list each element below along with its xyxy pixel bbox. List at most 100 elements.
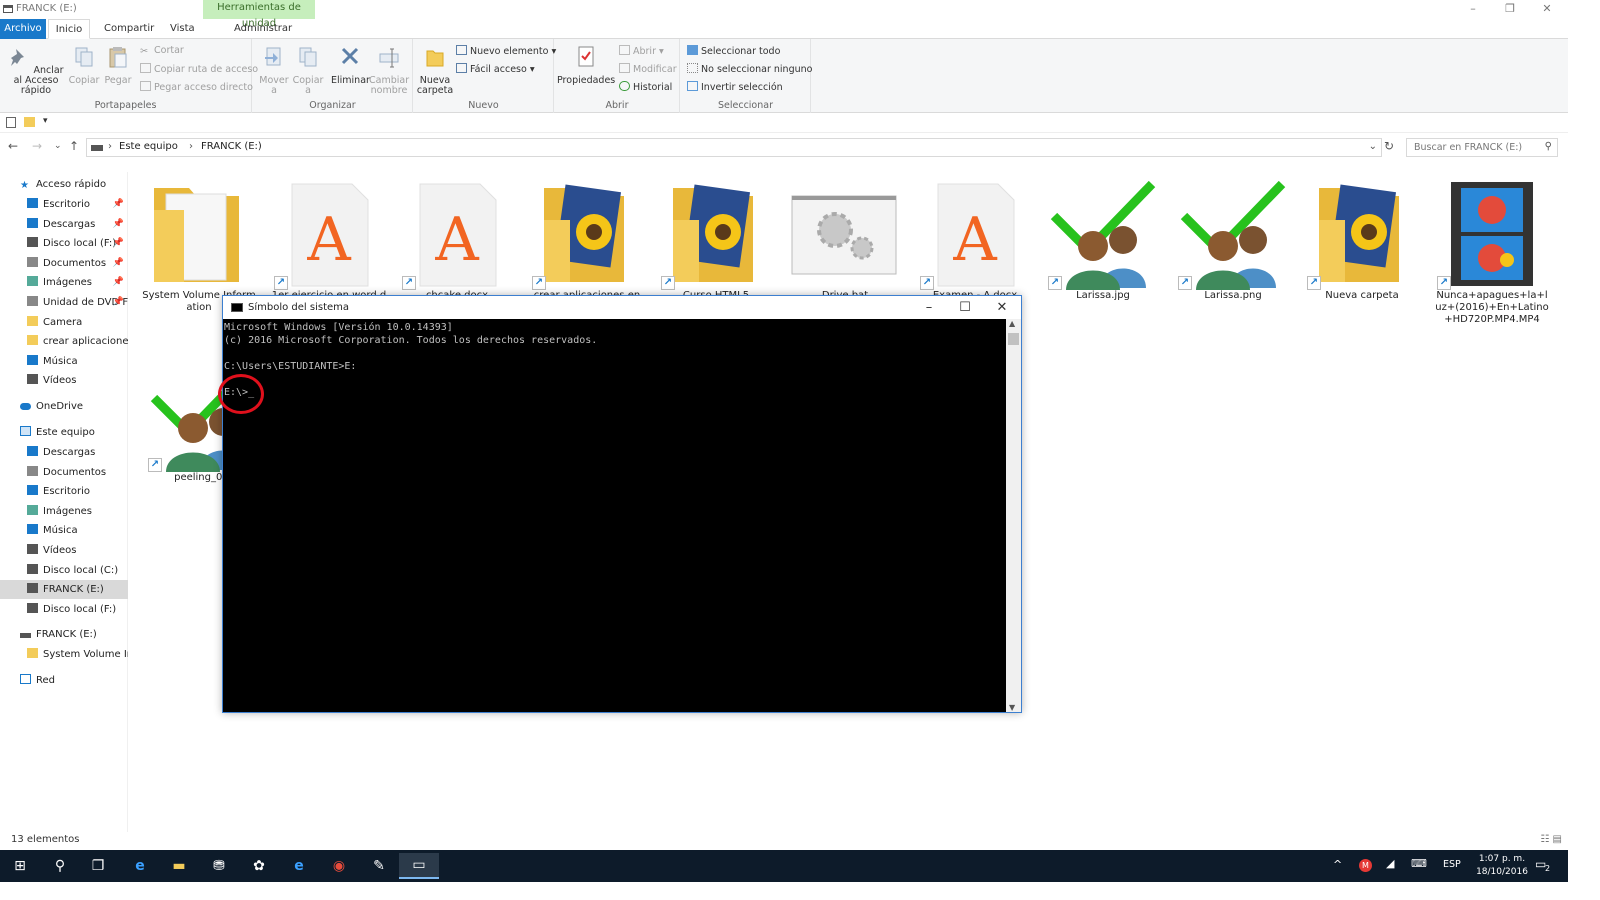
- cmd-window[interactable]: Símbolo del sistema – ☐ ✕ Microsoft Wind…: [222, 295, 1022, 713]
- nav-pc-item[interactable]: FRANCK (E:): [0, 580, 128, 600]
- tab-archivo[interactable]: Archivo: [0, 19, 46, 39]
- antivirus-icon[interactable]: M: [1359, 859, 1372, 872]
- nav-pc-item[interactable]: Documentos: [0, 463, 128, 482]
- close-button[interactable]: ✕: [1529, 0, 1565, 19]
- forward-arrow-icon[interactable]: →: [32, 139, 42, 153]
- pin-icon[interactable]: 📌: [113, 273, 124, 292]
- pin-icon[interactable]: 📌: [113, 195, 124, 214]
- file-item[interactable]: ↗Curso HTML5: [656, 180, 776, 302]
- nav-quick-item[interactable]: Disco local (F:) 📌: [0, 234, 128, 253]
- scroll-thumb[interactable]: [1008, 333, 1019, 345]
- file-item[interactable]: ↗ Larissa.png: [1173, 180, 1293, 302]
- nav-pc-item[interactable]: Disco local (F:): [0, 600, 128, 619]
- cmd-maximize-button[interactable]: ☐: [947, 298, 983, 318]
- modify-button[interactable]: Modificar: [619, 63, 677, 75]
- file-item[interactable]: Drive.bat: [785, 180, 905, 302]
- file-item[interactable]: ↗ Nunca+apagues+la+luz+(2016)+En+Latino+H…: [1432, 180, 1552, 326]
- scroll-up-icon[interactable]: ▲: [1009, 319, 1015, 328]
- search-icon[interactable]: ⚲: [1545, 141, 1552, 152]
- cmd-console[interactable]: Microsoft Windows [Versión 10.0.14393] (c…: [223, 319, 1006, 712]
- tray-expand-icon[interactable]: ^: [1333, 858, 1342, 871]
- copy-button[interactable]: Copiar: [68, 45, 100, 86]
- paint-icon[interactable]: ✎: [359, 854, 399, 878]
- nav-pc-item[interactable]: Escritorio: [0, 482, 128, 501]
- nav-quick-item[interactable]: Música: [0, 352, 128, 371]
- nav-quick-item[interactable]: Unidad de DVD F 📌: [0, 293, 128, 312]
- nav-quick-item[interactable]: Imágenes 📌: [0, 273, 128, 292]
- delete-button[interactable]: Eliminar: [331, 45, 370, 86]
- paste-shortcut-button[interactable]: Pegar acceso directo: [140, 81, 253, 93]
- nav-acceso-rapido[interactable]: ★ Acceso rápido: [0, 175, 128, 194]
- pin-icon[interactable]: 📌: [113, 234, 124, 253]
- store-icon[interactable]: ⛃: [199, 854, 239, 878]
- search-icon[interactable]: ⚲: [40, 854, 80, 878]
- rename-button[interactable]: Cambiar nombre: [369, 45, 409, 96]
- tab-administrar[interactable]: Administrar: [226, 19, 300, 39]
- back-arrow-icon[interactable]: ←: [8, 139, 18, 153]
- copy-path-button[interactable]: Copiar ruta de acceso: [140, 63, 258, 75]
- chrome-icon[interactable]: ◉: [319, 854, 359, 878]
- nav-quick-item[interactable]: Documentos 📌: [0, 254, 128, 273]
- nav-system-volume[interactable]: System Volume Infc: [0, 645, 128, 664]
- nav-quick-item[interactable]: Vídeos: [0, 371, 128, 390]
- view-toggle-icons[interactable]: ☷ ▤: [1540, 834, 1562, 845]
- nav-quick-item[interactable]: Camera: [0, 313, 128, 332]
- move-to-button[interactable]: Mover a: [257, 45, 291, 96]
- file-item[interactable]: ↗ Larissa.jpg: [1043, 180, 1163, 302]
- open-button[interactable]: Abrir ▾: [619, 45, 664, 57]
- file-item[interactable]: A↗chcake.docx: [397, 180, 517, 302]
- keyboard-icon[interactable]: ⌨: [1411, 857, 1427, 870]
- ie-icon[interactable]: e: [279, 854, 319, 878]
- file-item[interactable]: ↗ Nueva carpeta: [1302, 180, 1422, 302]
- address-bar[interactable]: › Este equipo › FRANCK (E:) ⌄: [86, 138, 1382, 157]
- tab-compartir[interactable]: Compartir: [96, 19, 162, 39]
- clock[interactable]: 1:07 p. m. 18/10/2016: [1474, 853, 1530, 879]
- nav-quick-item[interactable]: Escritorio 📌: [0, 195, 128, 214]
- recent-locations-icon[interactable]: ⌄: [54, 141, 62, 151]
- file-item[interactable]: A↗Examen - A.docx: [915, 180, 1035, 302]
- app-icon[interactable]: ✿: [239, 854, 279, 878]
- pin-icon[interactable]: 📌: [113, 254, 124, 273]
- file-item[interactable]: A↗1er ejercicio en word.docx: [269, 180, 389, 314]
- select-none-button[interactable]: No seleccionar ninguno: [687, 63, 812, 75]
- cmd-minimize-button[interactable]: –: [911, 298, 947, 318]
- select-all-button[interactable]: Seleccionar todo: [687, 45, 780, 57]
- nav-pc-item[interactable]: Disco local (C:): [0, 561, 128, 580]
- wifi-icon[interactable]: ◢: [1386, 857, 1394, 870]
- properties-qat-icon[interactable]: [6, 117, 16, 128]
- pin-icon[interactable]: 📌: [113, 215, 124, 234]
- nav-onedrive[interactable]: OneDrive: [0, 397, 128, 416]
- cmd-taskbar-icon[interactable]: ▭: [399, 853, 439, 879]
- minimize-button[interactable]: –: [1455, 0, 1491, 19]
- new-item-button[interactable]: Nuevo elemento ▾: [456, 45, 556, 57]
- start-windows-icon[interactable]: ⊞: [0, 854, 40, 878]
- edge-icon[interactable]: e: [120, 854, 160, 878]
- properties-button[interactable]: Propiedades: [557, 45, 615, 86]
- chevron-right-icon[interactable]: ›: [108, 141, 112, 152]
- nav-pc-item[interactable]: Música: [0, 521, 128, 540]
- tab-inicio[interactable]: Inicio: [48, 19, 90, 39]
- easy-access-button[interactable]: Fácil acceso ▾: [456, 63, 535, 75]
- up-arrow-icon[interactable]: ↑: [69, 139, 79, 153]
- tab-vista[interactable]: Vista: [162, 19, 203, 39]
- invert-selection-button[interactable]: Invertir selección: [687, 81, 783, 93]
- search-input[interactable]: Buscar en FRANCK (E:) ⚲: [1406, 138, 1558, 157]
- folder-qat-icon[interactable]: [24, 117, 35, 127]
- file-explorer-icon[interactable]: ▬: [159, 854, 199, 878]
- cmd-close-button[interactable]: ✕: [984, 298, 1020, 318]
- cmd-title-bar[interactable]: Símbolo del sistema – ☐ ✕: [223, 296, 1021, 319]
- pin-quick-access-button[interactable]: Anclar al Acceso rápido: [4, 45, 68, 96]
- breadcrumb-franck[interactable]: FRANCK (E:): [201, 141, 262, 152]
- history-button[interactable]: Historial: [619, 81, 672, 93]
- nav-pc-item[interactable]: Descargas: [0, 443, 128, 462]
- task-view-icon[interactable]: ❐: [78, 854, 118, 878]
- paste-button[interactable]: Pegar: [102, 45, 134, 86]
- file-item[interactable]: System Volume Information: [139, 180, 259, 314]
- pin-icon[interactable]: 📌: [113, 293, 124, 312]
- nav-drive-franck[interactable]: FRANCK (E:): [0, 625, 128, 644]
- nav-este-equipo[interactable]: Este equipo: [0, 423, 128, 442]
- restore-button[interactable]: ❐: [1492, 0, 1528, 19]
- address-dropdown-icon[interactable]: ⌄: [1369, 141, 1377, 152]
- breadcrumb-este-equipo[interactable]: Este equipo: [119, 141, 178, 152]
- file-item[interactable]: ↗crear aplicaciones en: [527, 180, 647, 302]
